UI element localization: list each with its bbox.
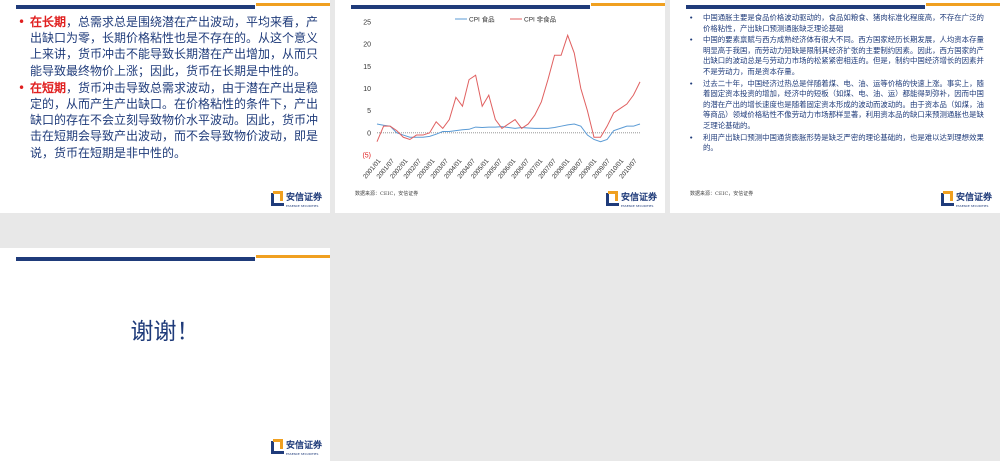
bullet-item: 利用产出缺口预测中国通货膨胀形势是缺乏严密的理论基础的，也是难以达到理想效果的。: [686, 133, 986, 154]
header-bar: [16, 5, 255, 9]
y-tick-label: 0: [367, 130, 371, 137]
logo-subtext: ESSENCE SECURITIES: [620, 204, 654, 208]
logo-text: 安信证券: [285, 441, 322, 451]
cpi-chart: (5)05101520252001/012001/072002/012002/0…: [362, 15, 641, 180]
bullet-item: 在短期，货币冲击导致总需求波动，由于潜在产出是稳定的，从而产生产出缺口。在价格粘…: [16, 80, 321, 161]
y-tick-label: 15: [363, 64, 371, 71]
slide-thumbnail-4[interactable]: 谢谢！ 安信证券 ESSENCE SECURITIES: [0, 248, 330, 461]
bullet-item: 中国的要素禀赋与西方成熟经济体有很大不同。西方国家经历长期发展，人均资本存量明显…: [686, 35, 986, 77]
series-line-1: [376, 123, 641, 143]
logo-subtext: ESSENCE SECURITIES: [285, 452, 319, 456]
logo-text: 安信证券: [955, 193, 992, 203]
logo-icon: [270, 190, 284, 206]
highlight: 在短期: [30, 80, 67, 95]
header-accent: [256, 3, 330, 6]
logo-subtext: ESSENCE SECURITIES: [955, 204, 989, 208]
y-tick-label: 10: [363, 86, 371, 93]
y-tick-label: 25: [363, 20, 371, 27]
bullet-item: 在长期，总需求总是围绕潜在产出波动，平均来看，产出缺口为零，长期价格粘性也是不存…: [16, 14, 321, 79]
header-accent: [256, 255, 330, 258]
thanks-title: 谢谢！: [130, 319, 200, 345]
logo-icon: [270, 438, 284, 454]
header-bar: [16, 257, 255, 261]
logo-subtext: ESSENCE SECURITIES: [285, 204, 319, 208]
slide-thumbnail-1[interactable]: 在长期，总需求总是围绕潜在产出波动，平均来看，产出缺口为零，长期价格粘性也是不存…: [0, 0, 330, 213]
legend-label: CPI 非食品: [524, 15, 556, 24]
y-tick-label: (5): [362, 153, 371, 160]
legend-label: CPI 食品: [469, 15, 495, 24]
logo-icon: [605, 190, 619, 206]
logo: 安信证券 ESSENCE SECURITIES: [940, 185, 992, 208]
logo: 安信证券 ESSENCE SECURITIES: [270, 185, 322, 208]
bullet-item: 中国通胀主要是食品价格波动驱动的，食品如粮食、猪肉标准化程度高，不存在广泛的价格…: [686, 13, 986, 34]
logo-text: 安信证券: [285, 193, 322, 203]
series-line-2: [376, 33, 641, 142]
logo-icon: [940, 190, 954, 206]
slide-thumbnail-2[interactable]: (5) 0 5 10 15 20 25 2001/01 2001/07 2002/01 2002/0…: [335, 0, 665, 213]
source-note: 数据来源：CEIC，安信证券: [355, 191, 419, 197]
source-note: 数据来源：CEIC，安信证券: [690, 191, 754, 197]
highlight: 在长期: [30, 15, 67, 29]
slide-thumbnail-3[interactable]: 中国通胀主要是食品价格波动驱动的，食品如粮食、猪肉标准化程度高，不存在广泛的价格…: [670, 0, 1000, 213]
bullet-item: 过去二十年，中国经济过热总是伴随着煤、电、油、运等价格的快速上涨。事实上，随着固…: [686, 79, 986, 132]
logo: 安信证券 ESSENCE SECURITIES: [605, 185, 657, 208]
bullet-list: 在长期，总需求总是围绕潜在产出波动，平均来看，产出缺口为零，长期价格粘性也是不存…: [16, 14, 321, 162]
header-accent: [926, 3, 1000, 6]
y-tick-label: 5: [367, 108, 371, 115]
header-bar: [686, 5, 925, 9]
bullet-list: 中国通胀主要是食品价格波动驱动的，食品如粮食、猪肉标准化程度高，不存在广泛的价格…: [686, 13, 986, 155]
bullet-text: ，货币冲击导致总需求波动，由于潜在产出是稳定的，从而产生产出缺口。在价格粘性的条…: [30, 80, 319, 160]
logo: 安信证券 ESSENCE SECURITIES: [270, 433, 322, 456]
y-tick-label: 20: [363, 42, 371, 49]
bullet-text: ，总需求总是围绕潜在产出波动，平均来看，产出缺口为零，长期价格粘性也是不存在的。…: [30, 15, 319, 78]
logo-text: 安信证券: [620, 193, 657, 203]
